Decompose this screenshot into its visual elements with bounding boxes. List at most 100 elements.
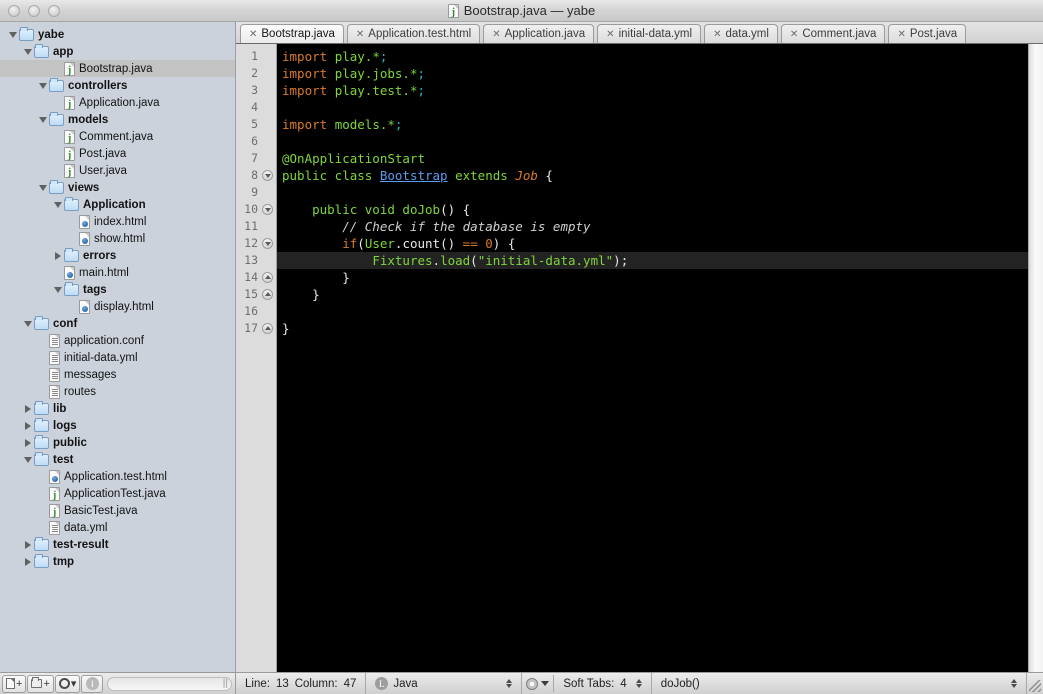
- code-line[interactable]: import models.*;: [277, 116, 1028, 133]
- editor-settings-button[interactable]: [522, 675, 554, 692]
- chevron-down-icon[interactable]: [51, 287, 64, 293]
- sidebar-resize-grip[interactable]: ||: [223, 678, 228, 689]
- tree-item[interactable]: lib: [0, 400, 235, 417]
- chevron-down-icon[interactable]: [36, 185, 49, 191]
- window-resize-grip[interactable]: [1027, 673, 1043, 694]
- language-stepper-icon[interactable]: [506, 679, 512, 688]
- code-line[interactable]: [277, 133, 1028, 150]
- tree-item[interactable]: Bootstrap.java: [0, 60, 235, 77]
- close-icon[interactable]: ✕: [897, 29, 905, 40]
- tree-item[interactable]: models: [0, 111, 235, 128]
- function-selector[interactable]: doJob(): [652, 673, 1027, 694]
- fold-up-icon[interactable]: [262, 272, 273, 283]
- chevron-right-icon[interactable]: [21, 439, 34, 447]
- editor-tab[interactable]: ✕Post.java: [888, 24, 966, 43]
- editor-tab[interactable]: ✕Comment.java: [781, 24, 886, 43]
- tree-item[interactable]: test: [0, 451, 235, 468]
- fold-down-icon[interactable]: [262, 204, 273, 215]
- code-line[interactable]: import play.jobs.*;: [277, 65, 1028, 82]
- close-icon[interactable]: ✕: [356, 29, 364, 40]
- minimize-button[interactable]: [28, 5, 40, 17]
- tree-item[interactable]: logs: [0, 417, 235, 434]
- editor-tab[interactable]: ✕Application.test.html: [347, 24, 480, 43]
- code-line[interactable]: import play.*;: [277, 48, 1028, 65]
- code-line[interactable]: // Check if the database is empty: [277, 218, 1028, 235]
- tree-item[interactable]: test-result: [0, 536, 235, 553]
- fold-up-icon[interactable]: [262, 289, 273, 300]
- fold-down-icon[interactable]: [262, 170, 273, 181]
- code-line[interactable]: }: [277, 286, 1028, 303]
- close-icon[interactable]: ✕: [713, 29, 721, 40]
- editor-tab[interactable]: ✕data.yml: [704, 24, 778, 43]
- tree-item[interactable]: yabe: [0, 26, 235, 43]
- tree-item[interactable]: application.conf: [0, 332, 235, 349]
- chevron-right-icon[interactable]: [51, 252, 64, 260]
- editor-tab[interactable]: ✕initial-data.yml: [597, 24, 701, 43]
- function-stepper-icon[interactable]: [1011, 679, 1017, 688]
- tree-item[interactable]: conf: [0, 315, 235, 332]
- tree-item[interactable]: User.java: [0, 162, 235, 179]
- code-content[interactable]: import play.*;import play.jobs.*; import …: [277, 44, 1028, 672]
- code-line[interactable]: }: [277, 269, 1028, 286]
- chevron-right-icon[interactable]: [21, 558, 34, 566]
- code-line[interactable]: public class Bootstrap extends Job {: [277, 167, 1028, 184]
- tree-item[interactable]: Post.java: [0, 145, 235, 162]
- tree-item[interactable]: BasicTest.java: [0, 502, 235, 519]
- chevron-down-icon[interactable]: [21, 457, 34, 463]
- chevron-down-icon[interactable]: [6, 32, 19, 38]
- tree-item[interactable]: errors: [0, 247, 235, 264]
- editor-tab[interactable]: ✕Bootstrap.java: [240, 24, 344, 43]
- tree-item[interactable]: index.html: [0, 213, 235, 230]
- project-file-tree[interactable]: yabeappBootstrap.javacontrollersApplicat…: [0, 22, 236, 672]
- chevron-down-icon[interactable]: [21, 49, 34, 55]
- tree-item[interactable]: data.yml: [0, 519, 235, 536]
- tree-item[interactable]: app: [0, 43, 235, 60]
- code-editor[interactable]: 1234567891011121314151617 import play.*;…: [236, 44, 1043, 672]
- language-selector[interactable]: L Java: [366, 673, 522, 694]
- code-line[interactable]: [277, 303, 1028, 320]
- tree-item[interactable]: views: [0, 179, 235, 196]
- code-line[interactable]: public void doJob() {: [277, 201, 1028, 218]
- code-line[interactable]: [277, 99, 1028, 116]
- fold-down-icon[interactable]: [262, 238, 273, 249]
- tree-item[interactable]: show.html: [0, 230, 235, 247]
- tree-item[interactable]: routes: [0, 383, 235, 400]
- new-folder-button[interactable]: +: [27, 675, 53, 693]
- tree-item[interactable]: tags: [0, 281, 235, 298]
- code-line[interactable]: Fixtures.load("initial-data.yml");: [277, 252, 1028, 269]
- tree-item[interactable]: Application.java: [0, 94, 235, 111]
- chevron-down-icon[interactable]: [36, 117, 49, 123]
- tree-item[interactable]: Application.test.html: [0, 468, 235, 485]
- chevron-right-icon[interactable]: [21, 422, 34, 430]
- chevron-down-icon[interactable]: [21, 321, 34, 327]
- tree-item[interactable]: public: [0, 434, 235, 451]
- sidebar-resize-track[interactable]: ||: [107, 677, 232, 691]
- tree-item[interactable]: Comment.java: [0, 128, 235, 145]
- chevron-right-icon[interactable]: [21, 405, 34, 413]
- chevron-right-icon[interactable]: [21, 541, 34, 549]
- tree-item[interactable]: tmp: [0, 553, 235, 570]
- tree-item[interactable]: initial-data.yml: [0, 349, 235, 366]
- soft-tabs-stepper-icon[interactable]: [636, 679, 642, 688]
- tree-item[interactable]: ApplicationTest.java: [0, 485, 235, 502]
- line-number-gutter[interactable]: 1234567891011121314151617: [236, 44, 277, 672]
- zoom-button[interactable]: [48, 5, 60, 17]
- new-file-button[interactable]: +: [2, 675, 26, 693]
- close-icon[interactable]: ✕: [492, 29, 500, 40]
- project-actions-button[interactable]: ▾: [55, 675, 81, 693]
- close-button[interactable]: [8, 5, 20, 17]
- editor-tab[interactable]: ✕Application.java: [483, 24, 594, 43]
- code-line[interactable]: [277, 184, 1028, 201]
- soft-tabs-setting[interactable]: Soft Tabs: 4: [554, 673, 651, 694]
- tree-item[interactable]: display.html: [0, 298, 235, 315]
- vertical-scrollbar[interactable]: [1028, 44, 1043, 672]
- close-icon[interactable]: ✕: [606, 29, 614, 40]
- tree-item[interactable]: controllers: [0, 77, 235, 94]
- code-line[interactable]: if(User.count() == 0) {: [277, 235, 1028, 252]
- code-line[interactable]: }: [277, 320, 1028, 337]
- code-line[interactable]: @OnApplicationStart: [277, 150, 1028, 167]
- close-icon[interactable]: ✕: [249, 29, 257, 40]
- close-icon[interactable]: ✕: [790, 29, 798, 40]
- chevron-down-icon[interactable]: [36, 83, 49, 89]
- fold-up-icon[interactable]: [262, 323, 273, 334]
